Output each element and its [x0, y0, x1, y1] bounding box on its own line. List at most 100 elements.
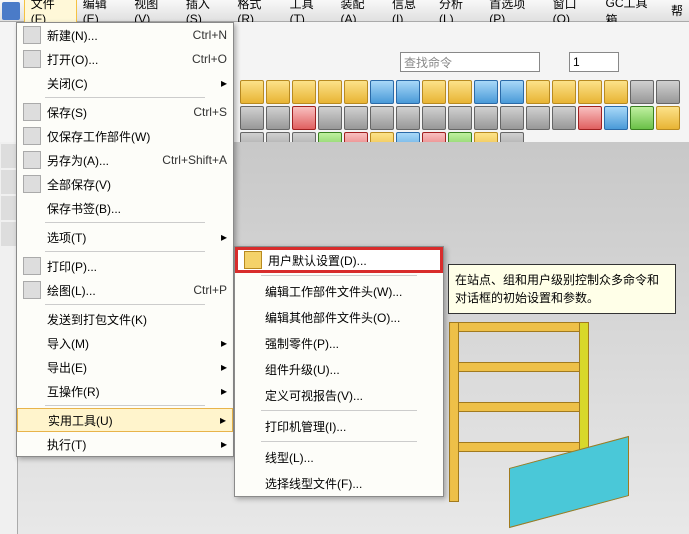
file-menu-item[interactable]: 打开(O)...Ctrl+O — [17, 47, 233, 71]
submenu-item[interactable]: 组件升级(U)... — [235, 356, 443, 382]
file-menu-item[interactable]: 另存为(A)...Ctrl+Shift+A — [17, 148, 233, 172]
toolbar-icon[interactable] — [656, 80, 680, 104]
toolbar-icon[interactable] — [500, 106, 524, 130]
file-menu-item[interactable]: 导出(E)▸ — [17, 355, 233, 379]
file-menu-item[interactable]: 绘图(L)...Ctrl+P — [17, 278, 233, 302]
submenu-item-label: 编辑工作部件文件头(W)... — [265, 283, 402, 300]
toolbar-icon[interactable] — [448, 80, 472, 104]
menu-item-icon — [23, 281, 41, 299]
left-tool-icon[interactable] — [1, 170, 17, 194]
tooltip: 在站点、组和用户级别控制众多命令和对话框的初始设置和参数。 — [448, 264, 676, 314]
toolbar-icon[interactable] — [552, 80, 576, 104]
blank-icon — [241, 308, 259, 326]
menu-item-icon — [23, 103, 41, 121]
toolbar-icon[interactable] — [474, 80, 498, 104]
toolbar-icon[interactable] — [500, 80, 524, 104]
toolbar-icon[interactable] — [318, 106, 342, 130]
blank-icon — [241, 386, 259, 404]
submenu-arrow-icon: ▸ — [221, 437, 227, 451]
menu-item-icon — [23, 228, 41, 246]
toolbar-icon[interactable] — [266, 80, 290, 104]
submenu-item[interactable]: 打印机管理(I)... — [235, 413, 443, 439]
file-menu-dropdown: 新建(N)...Ctrl+N打开(O)...Ctrl+O关闭(C)▸保存(S)C… — [16, 22, 234, 457]
toolbar-icon[interactable] — [240, 106, 264, 130]
toolbar-icon[interactable] — [396, 80, 420, 104]
submenu-arrow-icon: ▸ — [221, 384, 227, 398]
toolbar-icon[interactable] — [370, 106, 394, 130]
toolbar-icon[interactable] — [344, 80, 368, 104]
file-menu-item[interactable]: 选项(T)▸ — [17, 225, 233, 249]
menu-item-label: 选项(T) — [47, 229, 227, 246]
menu-item-icon — [23, 175, 41, 193]
toolbar-icon[interactable] — [474, 106, 498, 130]
toolbar-icon[interactable] — [578, 106, 602, 130]
file-menu-item[interactable]: 发送到打包文件(K) — [17, 307, 233, 331]
left-tool-icon[interactable] — [1, 196, 17, 220]
model-furniture — [449, 322, 649, 522]
search-command-input[interactable]: 查找命令 — [400, 52, 540, 72]
file-menu-item[interactable]: 关闭(C)▸ — [17, 71, 233, 95]
submenu-item[interactable]: 用户默认设置(D)... — [235, 247, 443, 273]
submenu-item[interactable]: 选择线型文件(F)... — [235, 470, 443, 496]
file-menu-item[interactable]: 仅保存工作部件(W) — [17, 124, 233, 148]
file-menu-item[interactable]: 导入(M)▸ — [17, 331, 233, 355]
left-tool-icon[interactable] — [1, 222, 17, 246]
toolbar-icon[interactable] — [370, 80, 394, 104]
menu-shortcut: Ctrl+S — [193, 105, 227, 119]
file-menu-item[interactable]: 全部保存(V) — [17, 172, 233, 196]
toolbar-icon[interactable] — [448, 106, 472, 130]
submenu-item[interactable]: 强制零件(P)... — [235, 330, 443, 356]
menu-item-label: 新建(N)... — [47, 27, 193, 44]
toolbar-icon[interactable] — [422, 106, 446, 130]
submenu-item-label: 组件升级(U)... — [265, 361, 340, 378]
toolbar-icon[interactable] — [292, 80, 316, 104]
menu-item-label: 关闭(C) — [47, 75, 227, 92]
toolbar-icon[interactable] — [292, 106, 316, 130]
file-menu-item[interactable]: 保存书签(B)... — [17, 196, 233, 220]
menu-item-icon — [23, 199, 41, 217]
file-menu-item[interactable]: 实用工具(U)▸ — [17, 408, 233, 432]
menu-help[interactable]: 帮 — [665, 0, 689, 21]
menu-item-icon — [24, 411, 42, 429]
toolbar-icon[interactable] — [266, 106, 290, 130]
toolbar-icon[interactable] — [422, 80, 446, 104]
submenu-item-label: 选择线型文件(F)... — [265, 475, 362, 492]
toolbar-icon[interactable] — [604, 80, 628, 104]
spinner-input[interactable]: 1 — [569, 52, 619, 72]
toolbar-icon[interactable] — [240, 80, 264, 104]
menu-item-label: 另存为(A)... — [47, 152, 162, 169]
file-menu-item[interactable]: 保存(S)Ctrl+S — [17, 100, 233, 124]
toolbar-icon[interactable] — [552, 106, 576, 130]
menu-item-label: 执行(T) — [47, 436, 227, 453]
menu-item-icon — [23, 257, 41, 275]
toolbar-icon[interactable] — [344, 106, 368, 130]
toolbar-icon[interactable] — [656, 106, 680, 130]
submenu-arrow-icon: ▸ — [221, 76, 227, 90]
blank-icon — [241, 282, 259, 300]
file-menu-item[interactable]: 执行(T)▸ — [17, 432, 233, 456]
menu-item-label: 导出(E) — [47, 359, 227, 376]
file-menu-item[interactable]: 打印(P)... — [17, 254, 233, 278]
submenu-item[interactable]: 编辑其他部件文件头(O)... — [235, 304, 443, 330]
toolbar-icon[interactable] — [318, 80, 342, 104]
submenu-item[interactable]: 线型(L)... — [235, 444, 443, 470]
file-menu-item[interactable]: 新建(N)...Ctrl+N — [17, 23, 233, 47]
submenu-item[interactable]: 定义可视报告(V)... — [235, 382, 443, 408]
submenu-item[interactable]: 编辑工作部件文件头(W)... — [235, 278, 443, 304]
menubar: 文件(F) 编辑(E) 视图(V) 插入(S) 格式(R) 工具(T) 装配(A… — [0, 0, 689, 22]
toolbar-icon[interactable] — [526, 106, 550, 130]
toolbar-icon[interactable] — [630, 106, 654, 130]
toolbar-icon[interactable] — [396, 106, 420, 130]
toolbar-icon[interactable] — [630, 80, 654, 104]
submenu-item-label: 打印机管理(I)... — [265, 418, 346, 435]
toolbar-icon[interactable] — [604, 106, 628, 130]
toolbar-icon[interactable] — [526, 80, 550, 104]
blank-icon — [241, 448, 259, 466]
menu-item-label: 实用工具(U) — [48, 412, 226, 429]
submenu-arrow-icon: ▸ — [221, 230, 227, 244]
submenu-item-label: 编辑其他部件文件头(O)... — [265, 309, 400, 326]
file-menu-item[interactable]: 互操作(R)▸ — [17, 379, 233, 403]
left-tool-icon[interactable] — [1, 144, 17, 168]
toolbar-icon[interactable] — [578, 80, 602, 104]
submenu-arrow-icon: ▸ — [221, 360, 227, 374]
